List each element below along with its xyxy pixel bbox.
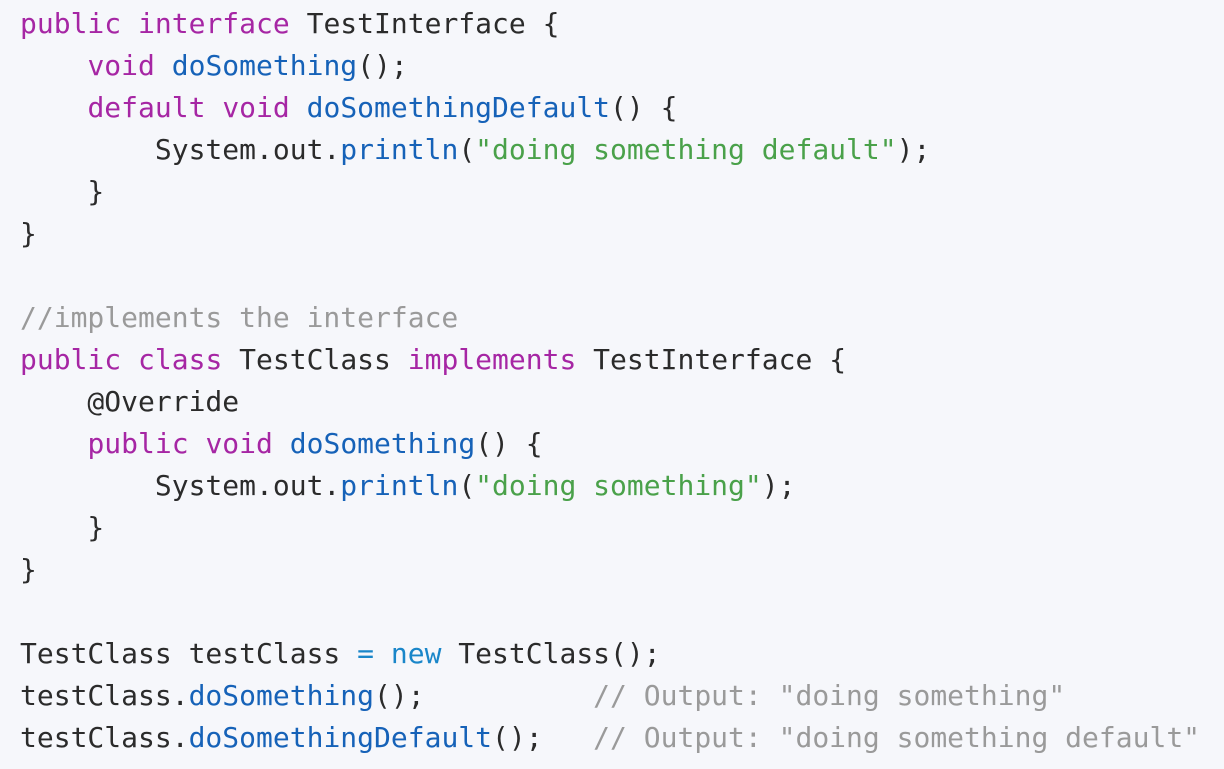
code-token: ( [458,133,476,166]
code-token: new [390,637,442,670]
code-token: doSomething [171,49,358,82]
code-token: ); [896,133,931,166]
code-token: "doing something default" [475,133,897,166]
code-token: println [340,469,459,502]
code-token: (); [357,49,408,82]
code-token: testClass. [20,679,189,712]
code-token: = [357,637,375,670]
code-line: @Override [20,381,1224,423]
code-token: (); [492,721,594,754]
code-token: void [87,49,155,82]
code-token: ( [458,469,476,502]
code-token: // Output: "doing something default" [593,721,1201,754]
code-token: interface [138,7,290,40]
code-token: doSomething [188,679,375,712]
code-line: TestClass testClass = new TestClass(); [20,633,1224,675]
code-token: ); [761,469,796,502]
code-token: public [20,343,122,376]
code-token: testClass. [20,721,189,754]
code-token: "doing something" [475,469,762,502]
code-token: default [87,91,206,124]
code-token: } [20,217,37,250]
code-token: () { [610,91,678,124]
code-line: System.out.println("doing something"); [20,465,1224,507]
code-token: System.out. [20,133,341,166]
code-token: doSomethingDefault [188,721,493,754]
code-line: } [20,549,1224,591]
code-token: implements [407,343,577,376]
code-line: } [20,171,1224,213]
code-block[interactable]: public interface TestInterface { void do… [0,0,1224,769]
code-token: public [20,7,122,40]
code-token: println [340,133,459,166]
code-token: TestInterface { [576,343,847,376]
code-token: TestInterface { [289,7,560,40]
code-token: void [205,427,273,460]
code-token: //implements the interface [20,301,459,334]
code-token: public [87,427,189,460]
code-line: testClass.doSomethingDefault(); // Outpu… [20,717,1224,759]
code-token: } [20,511,105,544]
code-token: doSomething [289,427,476,460]
code-token: doSomethingDefault [306,91,611,124]
code-line: //implements the interface [20,297,1224,339]
code-line: testClass.doSomething(); // Output: "doi… [20,675,1224,717]
code-line: public interface TestInterface { [20,3,1224,45]
code-token: TestClass(); [441,637,661,670]
code-line: public void doSomething() { [20,423,1224,465]
code-token: class [138,343,223,376]
code-line: void doSomething(); [20,45,1224,87]
code-token: TestClass testClass [20,637,358,670]
code-line: System.out.println("doing something defa… [20,129,1224,171]
code-token: // Output: "doing something" [593,679,1066,712]
code-token: TestClass [222,343,408,376]
code-token: () { [475,427,543,460]
code-line: } [20,507,1224,549]
code-token: } [20,553,37,586]
code-token: void [222,91,290,124]
code-line: } [20,213,1224,255]
code-line: public class TestClass implements TestIn… [20,339,1224,381]
code-token: (); [374,679,594,712]
code-token: @Override [20,385,240,418]
code-line: default void doSomethingDefault() { [20,87,1224,129]
code-token: } [20,175,105,208]
code-token: System.out. [20,469,341,502]
